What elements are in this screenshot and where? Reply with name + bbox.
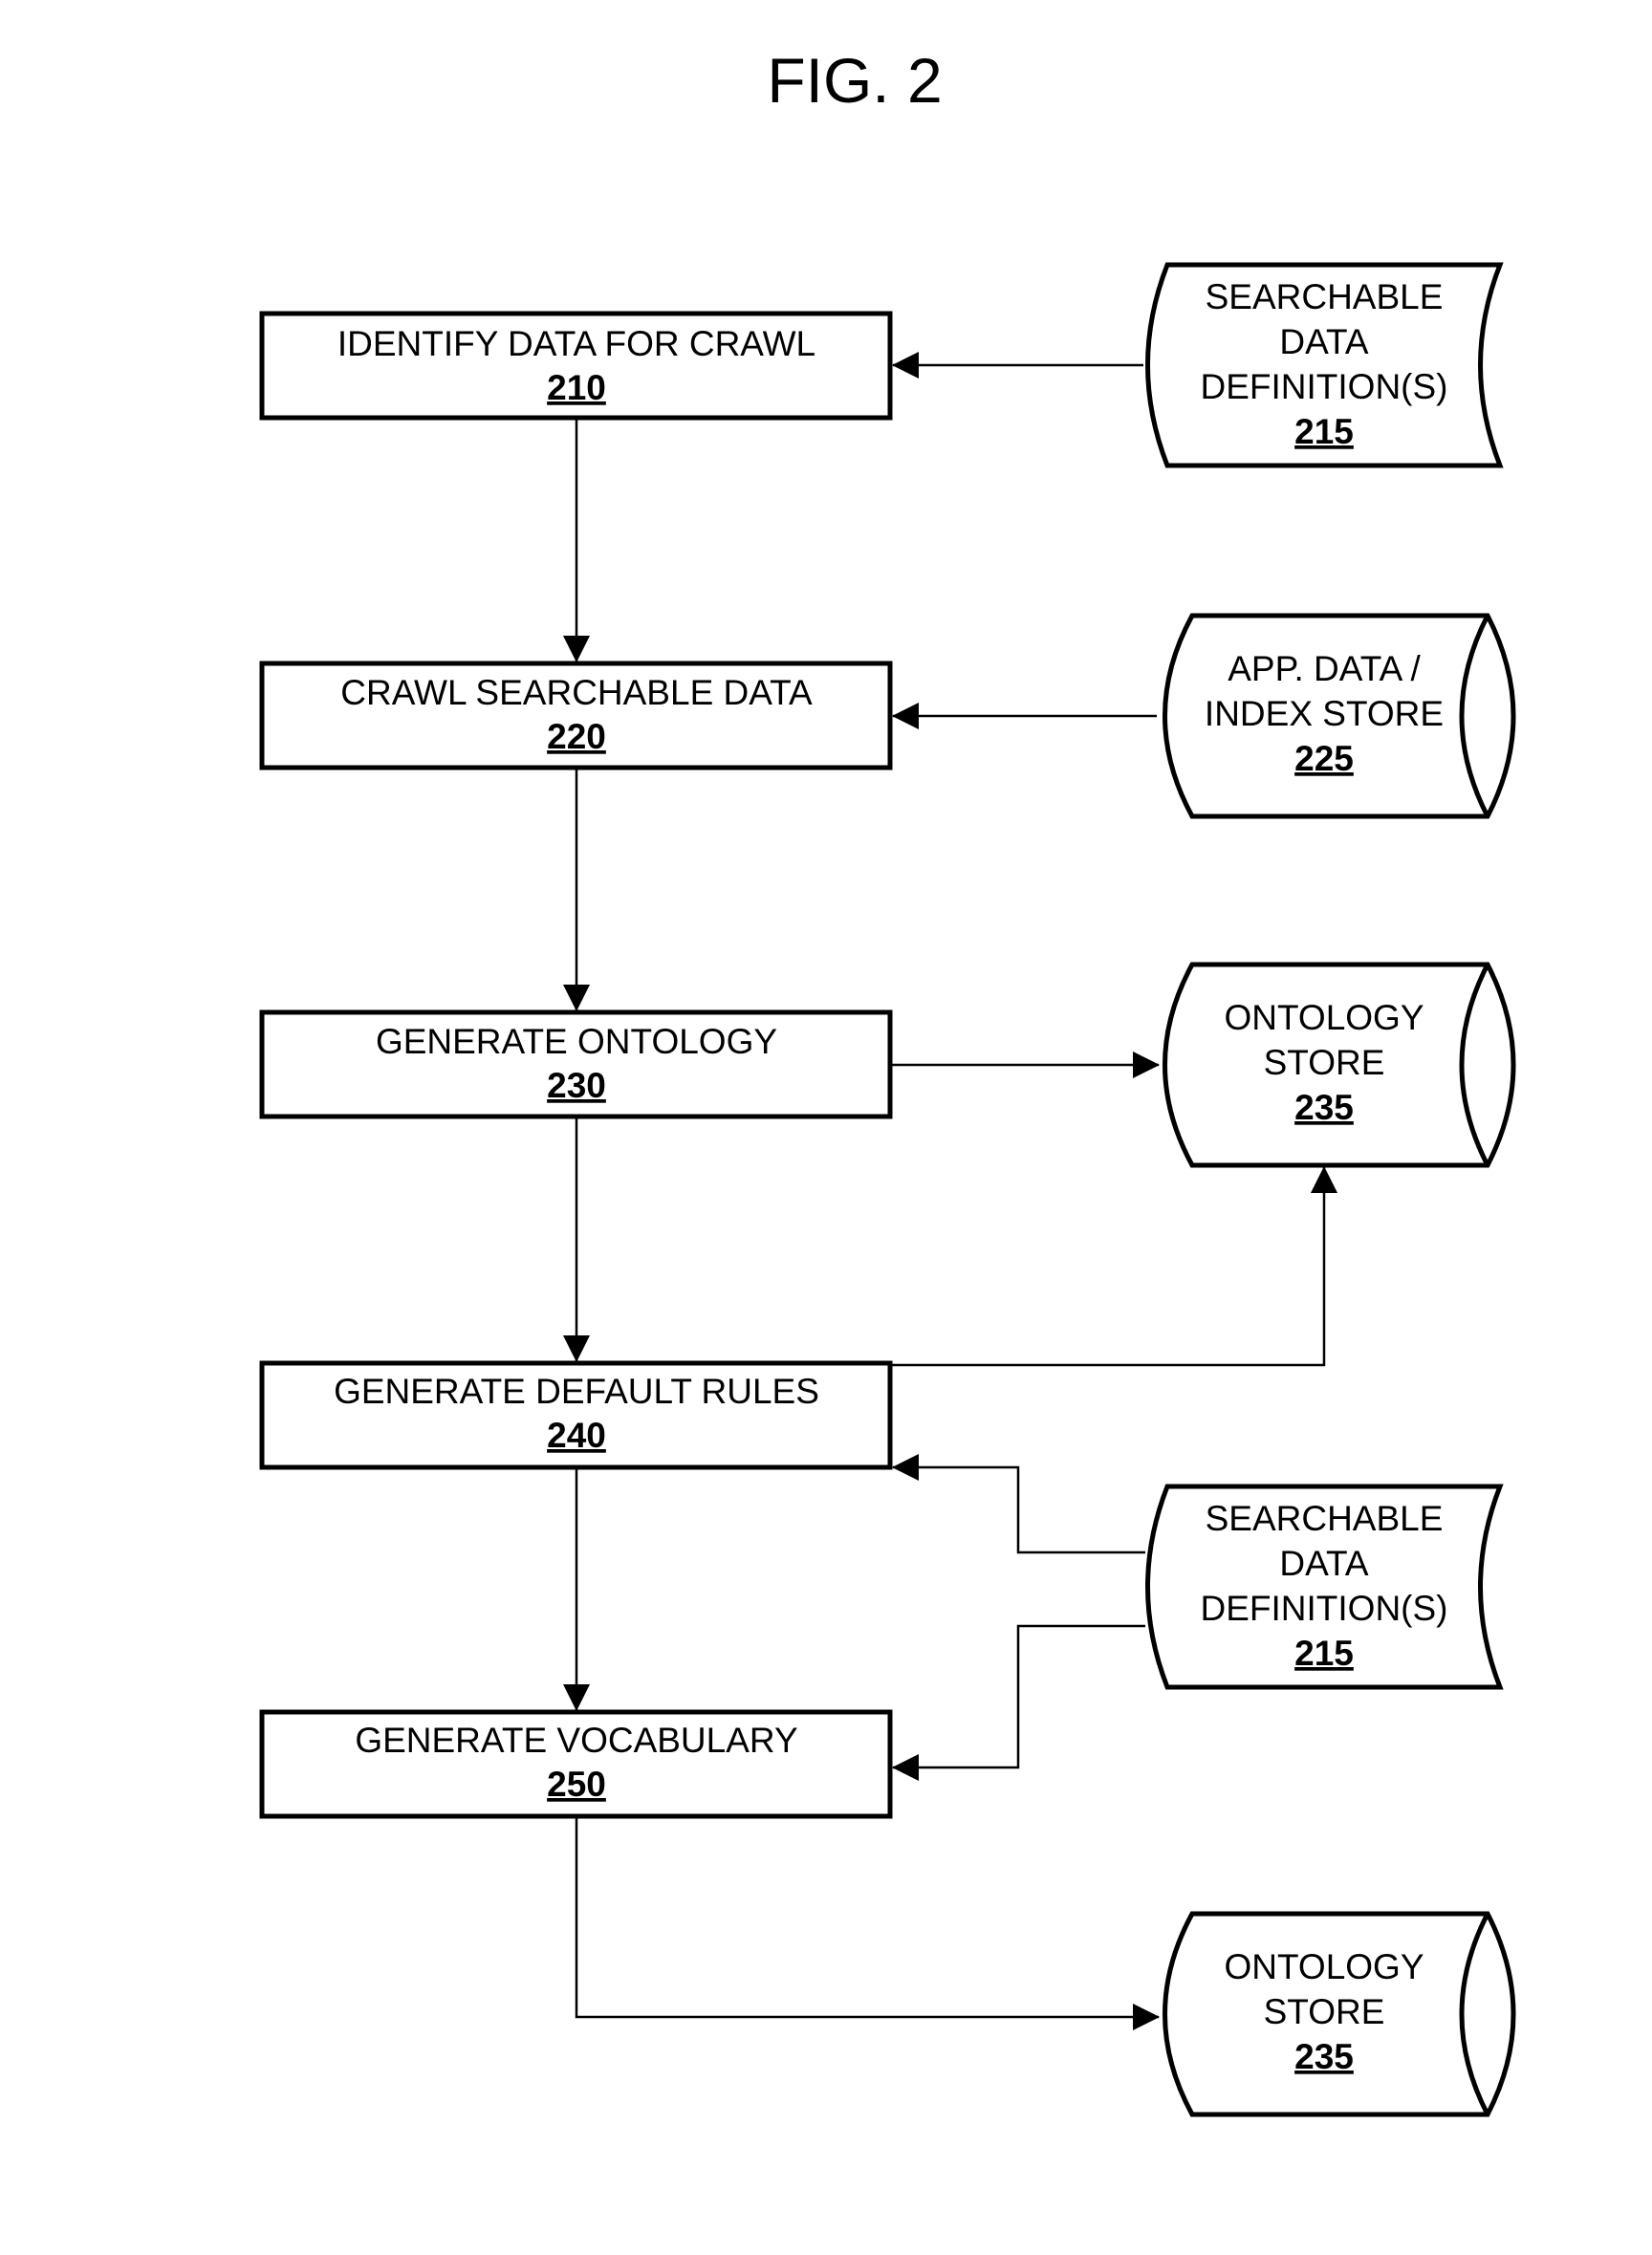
- figure-title: FIG. 2: [767, 45, 942, 116]
- data-source-235-middle: ONTOLOGY STORE 235: [1163, 962, 1516, 1168]
- source-label-line: STORE: [1264, 1992, 1385, 2031]
- arrow-215-to-240: [892, 1454, 1145, 1554]
- source-ref: 225: [1294, 739, 1354, 778]
- step-label: IDENTIFY DATA FOR CRAWL: [337, 324, 815, 363]
- source-label-line: ONTOLOGY: [1224, 998, 1424, 1037]
- data-source-235-bottom: ONTOLOGY STORE 235: [1163, 1911, 1516, 2117]
- step-ref: 220: [547, 717, 606, 756]
- flowchart: FIG. 2 IDENTIFY DATA FOR CRAWL 210 CRAWL…: [259, 45, 1516, 2117]
- source-label-line: SEARCHABLE: [1206, 277, 1444, 316]
- step-220: CRAWL SEARCHABLE DATA 220: [259, 661, 893, 770]
- source-ref: 235: [1294, 1088, 1354, 1127]
- source-ref: 235: [1294, 2037, 1354, 2076]
- source-label-line: DATA: [1279, 322, 1369, 361]
- source-label-line: DEFINITION(S): [1201, 1589, 1448, 1628]
- step-label: GENERATE VOCABULARY: [355, 1721, 797, 1760]
- source-label-line: DATA: [1279, 1544, 1369, 1583]
- arrow-240-to-235: [890, 1166, 1337, 1367]
- data-source-215-lower: SEARCHABLE DATA DEFINITION(S) 215: [1145, 1484, 1504, 1690]
- step-ref: 240: [547, 1416, 606, 1455]
- source-label-line: STORE: [1264, 1043, 1385, 1082]
- data-source-225: APP. DATA / INDEX STORE 225: [1163, 613, 1516, 819]
- step-250: GENERATE VOCABULARY 250: [259, 1709, 893, 1819]
- source-label-line: ONTOLOGY: [1224, 1947, 1424, 1986]
- step-label: GENERATE DEFAULT RULES: [334, 1372, 819, 1411]
- arrow-215-to-250: [892, 1624, 1145, 1781]
- source-ref: 215: [1294, 1634, 1354, 1673]
- step-label: CRAWL SEARCHABLE DATA: [340, 673, 813, 712]
- step-240: GENERATE DEFAULT RULES 240: [259, 1360, 893, 1470]
- source-ref: 215: [1294, 412, 1354, 451]
- data-source-215-top: SEARCHABLE DATA DEFINITION(S) 215: [1145, 262, 1504, 468]
- step-230: GENERATE ONTOLOGY 230: [259, 1009, 893, 1119]
- source-label-line: SEARCHABLE: [1206, 1499, 1444, 1538]
- step-210: IDENTIFY DATA FOR CRAWL 210: [259, 311, 893, 421]
- source-label-line: APP. DATA /: [1228, 649, 1421, 688]
- source-label-line: INDEX STORE: [1205, 694, 1444, 733]
- step-ref: 210: [547, 368, 606, 407]
- step-label: GENERATE ONTOLOGY: [376, 1022, 777, 1061]
- arrow-250-to-235: [575, 1816, 1160, 2030]
- step-ref: 230: [547, 1066, 606, 1105]
- source-label-line: DEFINITION(S): [1201, 367, 1448, 406]
- step-ref: 250: [547, 1765, 606, 1804]
